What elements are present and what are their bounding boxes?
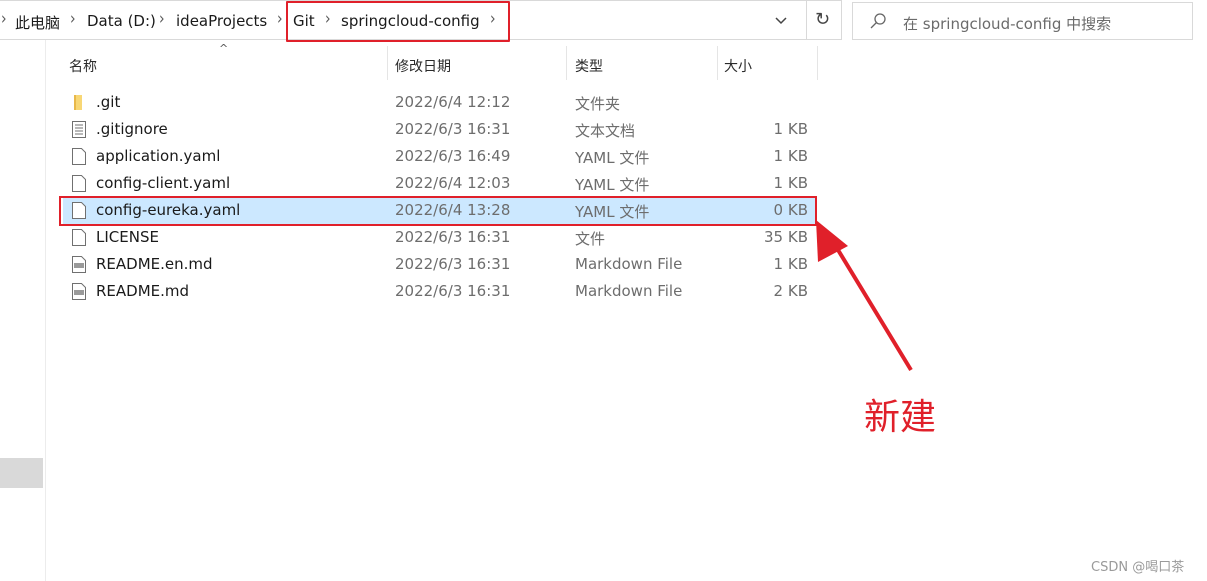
selected-row-highlight-box (59, 196, 817, 226)
file-icon (72, 175, 86, 192)
chevron-right-icon[interactable]: › (159, 9, 165, 28)
column-header-name[interactable]: 名称 (63, 46, 387, 80)
navigation-pane[interactable] (0, 40, 46, 581)
address-highlight-box (286, 1, 510, 42)
breadcrumb-data-drive[interactable]: Data (D:) (87, 12, 156, 30)
chevron-down-icon[interactable] (773, 11, 789, 29)
column-divider[interactable] (817, 46, 818, 80)
markdown-file-icon (72, 283, 86, 300)
markdown-file-icon (72, 256, 86, 273)
text-file-icon (72, 121, 86, 138)
watermark: CSDN @喝口茶 (1091, 560, 1185, 575)
file-row[interactable]: application.yaml 2022/6/3 16:49 YAML 文件 … (63, 143, 816, 170)
refresh-button[interactable]: ↻ (806, 1, 843, 40)
file-icon (72, 229, 86, 246)
column-header-type[interactable]: 类型 (567, 46, 717, 80)
search-box[interactable]: 在 springcloud-config 中搜索 (852, 2, 1193, 40)
file-row[interactable]: .git 2022/6/4 12:12 文件夹 (63, 89, 816, 116)
chevron-right-icon[interactable]: › (70, 9, 76, 28)
breadcrumb-ideaprojects[interactable]: ideaProjects (176, 12, 267, 30)
search-icon (870, 13, 886, 29)
refresh-icon: ↻ (815, 9, 831, 30)
file-row[interactable]: LICENSE 2022/6/3 16:31 文件 35 KB (63, 224, 816, 251)
file-row[interactable]: README.md 2022/6/3 16:31 Markdown File 2… (63, 278, 816, 305)
file-row[interactable]: README.en.md 2022/6/3 16:31 Markdown Fil… (63, 251, 816, 278)
file-row[interactable]: config-client.yaml 2022/6/4 12:03 YAML 文… (63, 170, 816, 197)
file-icon (72, 148, 86, 165)
chevron-right-icon: › (1, 9, 7, 29)
chevron-right-icon[interactable]: › (277, 9, 283, 28)
breadcrumb-this-pc[interactable]: 此电脑 (15, 12, 60, 33)
search-input[interactable]: 在 springcloud-config 中搜索 (903, 13, 1111, 34)
file-row[interactable]: .gitignore 2022/6/3 16:31 文本文档 1 KB (63, 116, 816, 143)
annotation-label: 新建 (864, 397, 937, 438)
column-header-size[interactable]: 大小 (718, 46, 817, 80)
navigation-pane-selected-item[interactable] (0, 458, 43, 488)
column-header-date[interactable]: 修改日期 (388, 46, 566, 80)
folder-icon (74, 95, 82, 110)
